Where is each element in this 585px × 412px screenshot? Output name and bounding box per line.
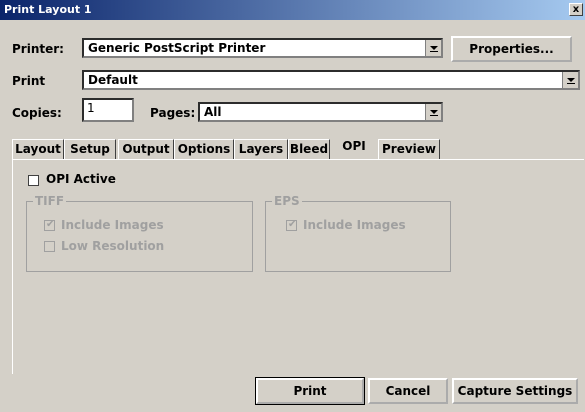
printer-label: Printer: — [12, 42, 64, 56]
print-style-select[interactable]: Default — [82, 70, 580, 90]
tab-layout[interactable]: Layout — [12, 139, 64, 159]
capture-settings-button[interactable]: Capture Settings — [452, 378, 578, 404]
tab-opi[interactable]: OPI — [330, 137, 378, 159]
copies-field[interactable]: 1 — [82, 98, 134, 122]
tiff-include-images-checkbox: ✔ — [44, 219, 55, 231]
printer-value: Generic PostScript Printer — [88, 41, 266, 55]
title-bar[interactable]: Print Layout 1 x — [0, 0, 585, 20]
pages-select[interactable]: All — [198, 102, 443, 122]
tab-output[interactable]: Output — [118, 139, 174, 159]
tab-layers[interactable]: Layers — [234, 139, 288, 159]
printer-select[interactable]: Generic PostScript Printer — [82, 38, 443, 58]
checkmark-icon: ✔ — [288, 219, 297, 230]
opi-active-checkbox[interactable] — [28, 175, 39, 186]
eps-group-title: EPS — [272, 194, 302, 208]
tab-options[interactable]: Options — [174, 139, 234, 159]
window-title: Print Layout 1 — [4, 3, 92, 16]
print-label: Print — [12, 74, 46, 88]
cancel-button[interactable]: Cancel — [368, 378, 448, 404]
checkmark-icon: ✔ — [46, 219, 55, 230]
tab-bleed[interactable]: Bleed — [288, 139, 330, 159]
eps-include-images-checkbox: ✔ — [286, 219, 297, 231]
eps-group: EPS ✔ Include Images — [265, 194, 451, 272]
copies-label: Copies: — [12, 106, 62, 120]
pages-dropdown-arrow-icon[interactable] — [425, 104, 441, 120]
tiff-low-resolution-label: Low Resolution — [61, 239, 165, 253]
tiff-group: TIFF ✔ Include Images Low Resolution — [26, 194, 253, 272]
properties-button[interactable]: Properties... — [451, 36, 572, 62]
eps-include-images-label: Include Images — [303, 218, 406, 232]
print-button[interactable]: Print — [255, 377, 365, 405]
tab-setup[interactable]: Setup — [64, 139, 116, 159]
print-layout-dialog: Print Layout 1 x Printer: Generic PostSc… — [0, 0, 585, 412]
close-button[interactable]: x — [569, 3, 583, 16]
opi-active-label: OPI Active — [46, 172, 116, 186]
printer-dropdown-arrow-icon[interactable] — [425, 40, 441, 56]
opi-tab-panel: OPI Active TIFF ✔ Include Images Low Res… — [12, 159, 584, 374]
tiff-include-images-label: Include Images — [61, 218, 164, 232]
print-style-dropdown-arrow-icon[interactable] — [562, 72, 578, 88]
tab-preview[interactable]: Preview — [378, 139, 440, 159]
print-style-value: Default — [88, 73, 138, 87]
tiff-group-title: TIFF — [33, 194, 67, 208]
pages-value: All — [204, 105, 222, 119]
pages-label: Pages: — [150, 106, 196, 120]
tiff-low-resolution-checkbox — [44, 241, 55, 252]
